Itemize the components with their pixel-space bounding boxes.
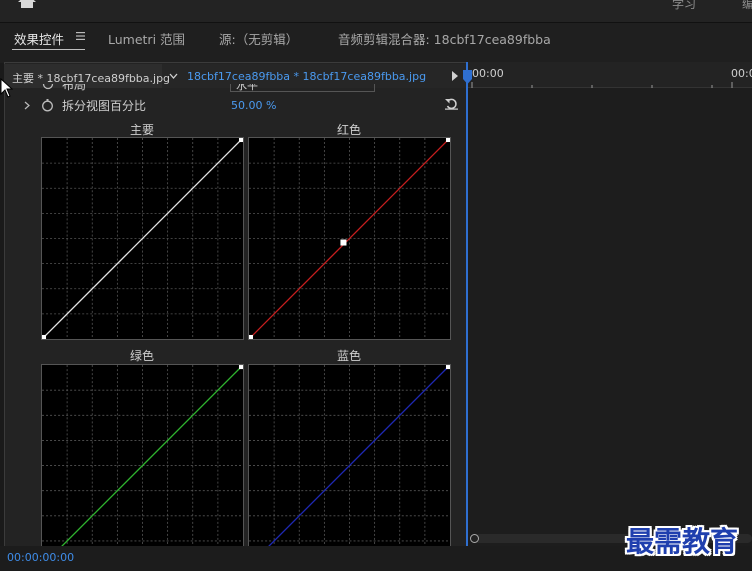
curve-point-white[interactable]	[238, 138, 243, 143]
play-triangle-icon[interactable]	[452, 71, 458, 81]
home-icon[interactable]	[17, 0, 37, 8]
layout-dropdown[interactable]: 水平	[230, 84, 375, 92]
active-tab-underline	[12, 49, 85, 50]
layout-row: 布局 水平	[40, 84, 464, 92]
green-curve-editor[interactable]	[41, 364, 244, 547]
ruler-ticks	[471, 82, 733, 88]
tab-audio-clip-mixer[interactable]: 音频剪辑混合器: 18cbf17cea89fbba	[338, 29, 551, 48]
tab-effect-controls[interactable]: 效果控件	[14, 29, 64, 48]
ruler-start-timecode: 00:00	[472, 67, 504, 80]
panel-menu-icon[interactable]	[76, 32, 85, 40]
curve-title-master: 主要	[129, 123, 154, 137]
expand-arrow-icon[interactable]	[24, 101, 30, 110]
curve-title-green: 绿色	[129, 349, 154, 363]
blue-curve-editor[interactable]	[248, 364, 451, 547]
curve-point-white[interactable]	[238, 365, 243, 370]
red-curve-editor[interactable]	[248, 137, 451, 340]
chevron-down-icon[interactable]	[169, 73, 178, 79]
sequence-clip-label[interactable]: 18cbf17cea89fbba * 18cbf17cea89fbba.jpg	[187, 70, 426, 83]
timeline-area[interactable]	[468, 62, 752, 546]
split-view-label: 拆分视图百分比	[62, 99, 147, 113]
stopwatch-icon[interactable]	[42, 84, 54, 90]
curve-title-blue: 蓝色	[336, 349, 361, 363]
mouse-cursor-icon	[0, 78, 13, 98]
curve-point-white[interactable]	[445, 138, 450, 143]
layout-label: 布局	[62, 84, 87, 92]
watermark-logo: 最需教育	[626, 525, 739, 558]
learn-tab[interactable]: 学习	[672, 0, 696, 12]
curve-grid	[42, 365, 243, 547]
master-curve-editor[interactable]	[41, 137, 244, 340]
reset-icon[interactable]	[445, 98, 458, 110]
current-timecode[interactable]: 00:00:00:00	[7, 551, 74, 564]
tab-source[interactable]: 源:（无剪辑）	[219, 29, 298, 48]
split-view-value[interactable]: 50.00 %	[231, 99, 276, 112]
scrollbar-handle[interactable]	[470, 534, 479, 543]
workspace-tab-partial[interactable]: 编	[742, 0, 752, 12]
curve-control-point[interactable]	[340, 239, 347, 246]
app-header	[0, 0, 752, 22]
curve-point-black[interactable]	[42, 334, 47, 339]
curve-grid	[249, 365, 450, 547]
curve-point-white[interactable]	[445, 365, 450, 370]
playhead-handle[interactable]	[463, 70, 472, 84]
curve-point-black[interactable]	[249, 334, 254, 339]
tab-lumetri-scopes[interactable]: Lumetri 范围	[108, 29, 185, 48]
stopwatch-icon[interactable]	[41, 99, 54, 112]
curve-title-red: 红色	[336, 123, 361, 137]
playhead-line[interactable]	[466, 62, 468, 546]
ruler-end-timecode: 00:00	[731, 67, 752, 80]
